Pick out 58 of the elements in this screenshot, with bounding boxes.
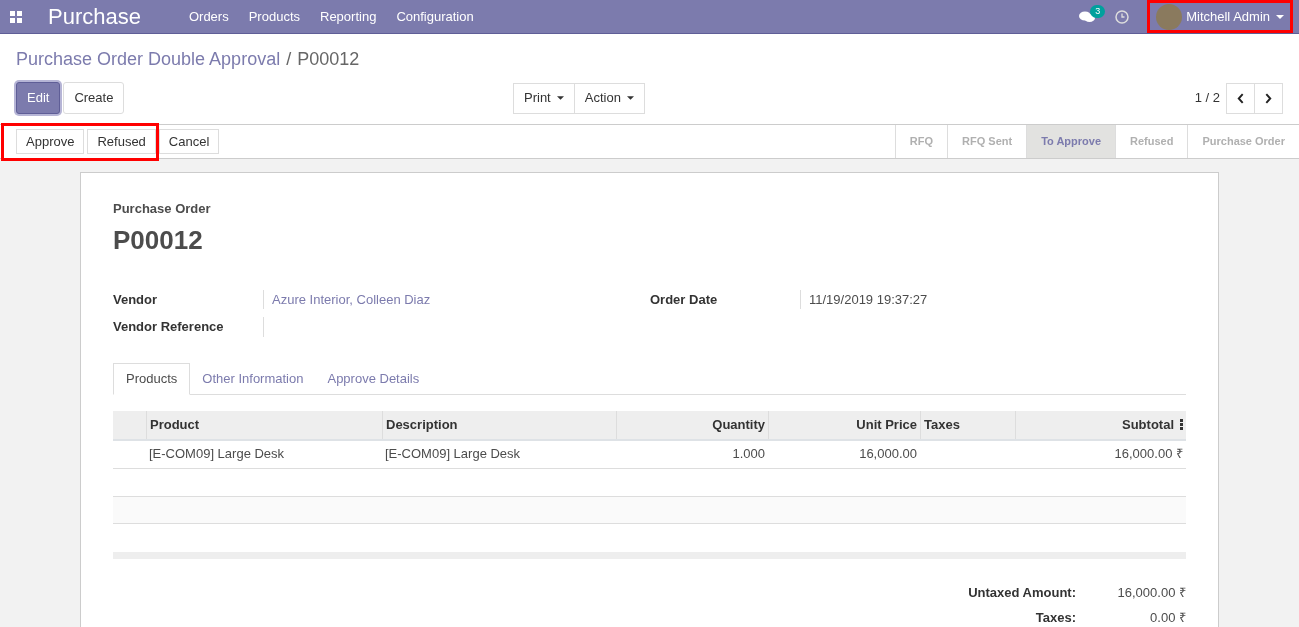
menu-link[interactable]: Products (248, 6, 300, 27)
field-label: Vendor (113, 290, 159, 309)
dropdown-button[interactable]: Action (573, 82, 645, 114)
table-cell-text: 16,000.00 (859, 445, 917, 464)
column-header[interactable]: Description (382, 410, 616, 439)
breadcrumb-link[interactable]: Purchase Order Double Approval (16, 46, 281, 73)
field-value[interactable]: Azure Interior, Colleen Diaz (263, 289, 431, 309)
column-header[interactable]: Quantity (616, 410, 768, 439)
menu-link[interactable]: Reporting (320, 6, 377, 27)
notebook-tab[interactable]: Products (113, 362, 191, 395)
record-title: P00012 (113, 223, 204, 257)
total-label: Taxes: (1035, 609, 1076, 627)
status-step[interactable]: RFQ (895, 125, 948, 158)
breadcrumb-current: P00012 (297, 48, 360, 71)
pager-value: 1 / 2 (1194, 89, 1220, 108)
toolbar-button[interactable]: Edit (16, 82, 61, 114)
column-header[interactable]: Product (146, 410, 382, 439)
total-value: 16,000.00 ₹ (1116, 583, 1186, 602)
chevron-right-icon (1265, 92, 1272, 104)
header-button[interactable]: Refused (87, 129, 156, 154)
field-value: 11/19/2019 19:37:27 (800, 289, 928, 309)
status-step[interactable]: Refused (1115, 125, 1188, 158)
avatar-icon (1156, 3, 1183, 30)
field-label: Vendor Reference (113, 318, 225, 336)
column-header[interactable]: Unit Price (768, 410, 920, 439)
total-value: 0.00 ₹ (1149, 609, 1186, 627)
apps-grid-icon[interactable] (10, 10, 22, 23)
user-name: Mitchell Admin (1186, 7, 1270, 26)
notebook-tab[interactable]: Approve Details (315, 362, 432, 395)
app-title: Purchase (48, 3, 141, 31)
form-subtitle: Purchase Order (113, 200, 212, 218)
caret-icon (556, 96, 564, 100)
caret-icon (1276, 14, 1284, 19)
menu-link[interactable]: Orders (188, 6, 229, 27)
caret-icon (626, 96, 634, 100)
breadcrumb-separator: / (286, 48, 292, 71)
column-header[interactable]: Taxes (920, 410, 1015, 439)
header-button[interactable]: Approve (16, 129, 85, 154)
toolbar-button[interactable]: Create (63, 82, 125, 114)
table-cell-text: [E-COM09] Large Desk (149, 445, 285, 464)
table-cell-text: 1.000 (732, 445, 765, 464)
chevron-left-icon (1237, 92, 1244, 104)
dropdown-button[interactable]: Print (513, 82, 575, 114)
clock-icon[interactable] (1115, 9, 1130, 24)
field-label: Order Date (650, 290, 719, 309)
column-options-icon[interactable] (1180, 419, 1183, 430)
total-label: Untaxed Amount: (968, 583, 1076, 602)
table-cell-text: 16,000.00 ₹ (1114, 445, 1183, 464)
message-count-badge: 3 (1090, 4, 1106, 18)
column-header[interactable]: Subtotal (1015, 410, 1177, 439)
menu-link[interactable]: Configuration (396, 6, 474, 27)
header-button[interactable]: Cancel (158, 129, 220, 154)
next-button[interactable] (1254, 82, 1283, 114)
notebook-tab[interactable]: Other Information (190, 362, 316, 395)
previous-button[interactable] (1226, 82, 1255, 114)
status-step[interactable]: Purchase Order (1187, 125, 1299, 158)
status-step[interactable]: To Approve (1026, 125, 1116, 158)
table-cell-text: [E-COM09] Large Desk (385, 445, 521, 464)
